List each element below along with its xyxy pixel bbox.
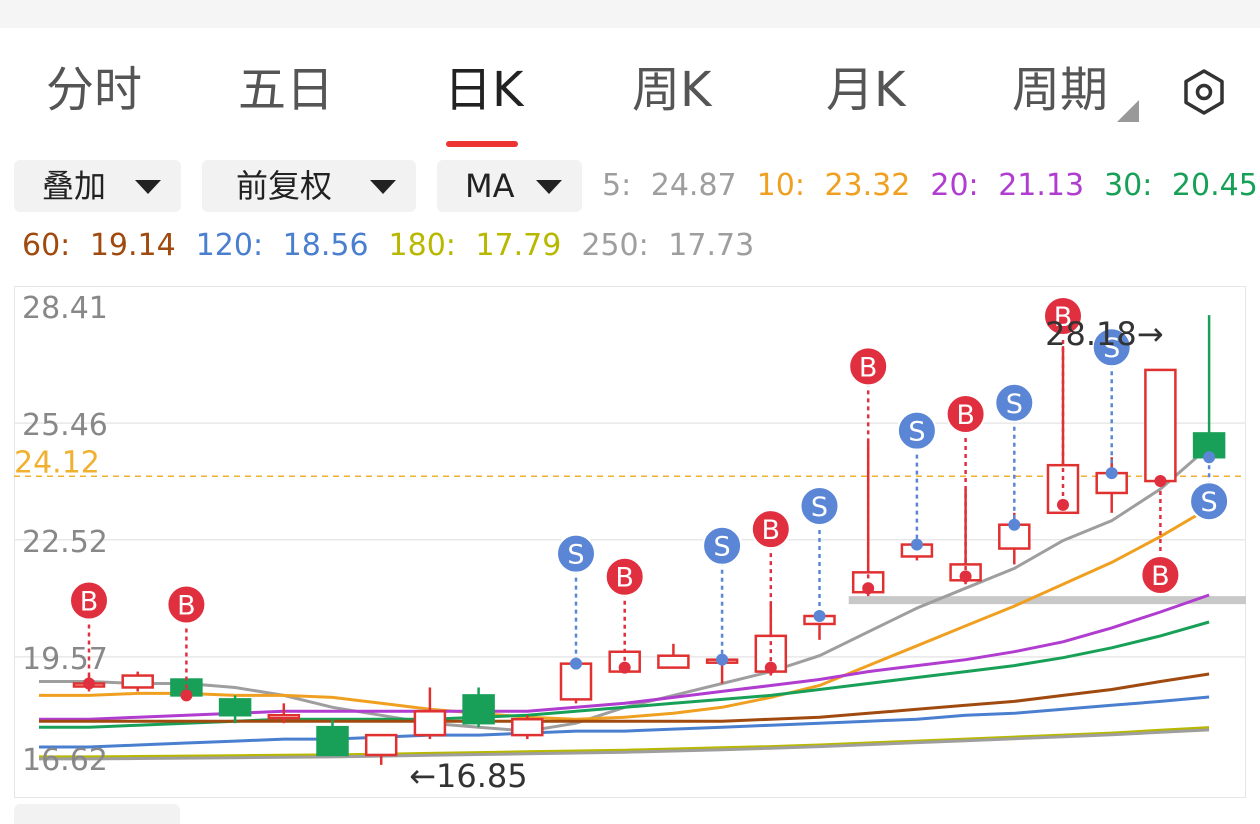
ma180-legend: 180: 17.79 — [388, 228, 562, 263]
y-tick-label: 16.62 — [22, 743, 108, 778]
svg-text:B: B — [615, 563, 634, 594]
indicator-label: MA — [465, 167, 515, 205]
ma250-legend: 250: 17.73 — [581, 228, 755, 263]
y-tick-label: 25.46 — [22, 408, 108, 443]
top-status-bar — [0, 0, 1260, 28]
ma30-legend: 30: 20.45 — [1104, 168, 1258, 203]
overlay-dropdown[interactable]: 叠加 — [14, 160, 181, 212]
tab-intraday[interactable]: 分时 — [46, 60, 142, 120]
svg-text:S: S — [1201, 487, 1218, 518]
current-price-label: 24.12 — [14, 445, 100, 480]
ma60-legend: 60: 19.14 — [22, 228, 176, 263]
ma-legend-row-1: 5: 24.87 10: 23.32 20: 21.13 30: 20.45 — [602, 166, 1260, 206]
ma5-legend: 5: 24.87 — [602, 168, 737, 203]
tab-monthly-k[interactable]: 月K — [826, 60, 905, 120]
volume-dropdown[interactable] — [14, 804, 180, 824]
svg-text:B: B — [177, 591, 196, 622]
chevron-down-icon — [135, 180, 161, 194]
adjust-label: 前复权 — [236, 167, 333, 205]
ma-legend-row-2: 60: 19.14 120: 18.56 180: 17.79 250: 17.73 — [22, 226, 774, 266]
tab-weekly-k[interactable]: 周K — [632, 60, 711, 120]
y-tick-label: 22.52 — [22, 525, 108, 560]
svg-text:B: B — [1151, 561, 1170, 592]
max-price-label: 28.18→ — [1045, 315, 1163, 353]
svg-text:S: S — [908, 417, 925, 448]
svg-text:B: B — [956, 400, 975, 431]
period-tabs: 分时 五日 日K 周K 月K 周期 — [0, 44, 1260, 154]
y-tick-label: 19.57 — [22, 642, 108, 677]
chevron-down-icon — [370, 180, 396, 194]
candle[interactable] — [121, 671, 154, 692]
hexagon-gear-icon[interactable] — [1180, 68, 1228, 116]
candlestick-chart[interactable]: B BSBSBSBSB SBSBS 28.4125.4622.5219.5716.6… — [14, 286, 1246, 798]
tab-five-day[interactable]: 五日 — [238, 60, 334, 120]
svg-text:S: S — [714, 532, 731, 563]
adjust-dropdown[interactable]: 前复权 — [202, 160, 416, 212]
svg-text:S: S — [811, 492, 828, 523]
indicator-dropdown[interactable]: MA — [437, 160, 582, 212]
period-dropdown-triangle-icon — [1117, 100, 1139, 122]
min-price-label: ←16.85 — [409, 757, 527, 795]
tab-period[interactable]: 周期 — [1012, 60, 1108, 120]
candle[interactable] — [511, 715, 544, 740]
y-tick-label: 28.41 — [22, 291, 108, 326]
ma120-legend: 120: 18.56 — [195, 228, 369, 263]
active-tab-indicator — [446, 141, 518, 147]
svg-text:B: B — [762, 515, 781, 546]
ma10-legend: 10: 23.32 — [756, 168, 911, 203]
overlay-label: 叠加 — [42, 167, 107, 205]
tab-daily-k[interactable]: 日K — [444, 60, 523, 120]
svg-text:B: B — [80, 587, 99, 618]
ma20-legend: 20: 21.13 — [930, 168, 1085, 203]
svg-text:S: S — [1006, 389, 1023, 420]
volume-panel-header — [0, 804, 1260, 824]
chevron-down-icon — [536, 180, 562, 194]
svg-text:S: S — [567, 540, 584, 571]
candle[interactable] — [1144, 368, 1177, 486]
svg-text:B: B — [859, 352, 878, 383]
